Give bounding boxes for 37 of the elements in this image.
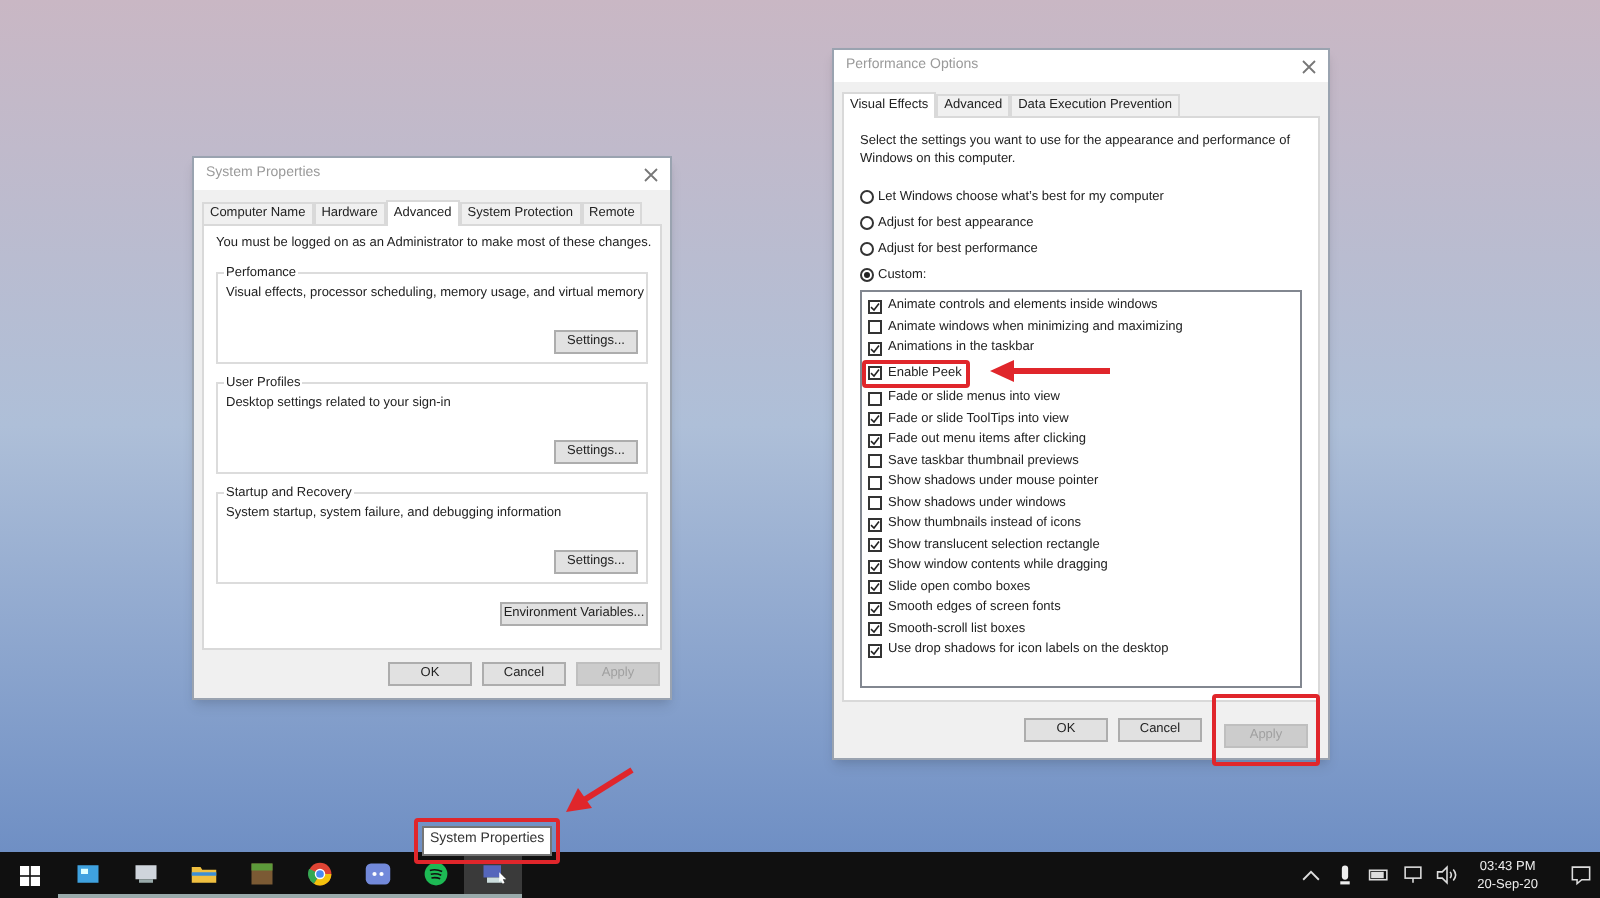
computer-icon <box>131 859 159 887</box>
checkbox[interactable] <box>868 538 882 553</box>
checkbox[interactable] <box>868 601 882 616</box>
checkbox[interactable] <box>868 559 882 574</box>
checkbox[interactable] <box>868 320 882 335</box>
radio-button[interactable] <box>860 242 874 256</box>
cube-icon <box>247 859 275 887</box>
close-icon[interactable] <box>644 167 658 181</box>
radio-button[interactable] <box>860 190 874 204</box>
checkbox[interactable] <box>868 412 882 427</box>
arrow-icon <box>566 767 634 812</box>
battery-icon[interactable] <box>1367 864 1390 886</box>
window-icon <box>73 859 101 887</box>
checkbox[interactable] <box>868 475 882 490</box>
radio-button[interactable] <box>860 268 874 282</box>
arrow-icon <box>990 360 1110 382</box>
checkbox[interactable] <box>868 580 882 595</box>
notification-icon[interactable] <box>1570 864 1592 886</box>
checkbox[interactable] <box>868 622 882 637</box>
monitor-icon <box>479 859 507 887</box>
checkbox[interactable] <box>868 391 882 406</box>
checkbox[interactable] <box>868 299 882 314</box>
checkbox[interactable] <box>868 643 882 658</box>
network-icon[interactable] <box>1401 864 1424 886</box>
close-icon[interactable] <box>1302 59 1316 73</box>
checkbox[interactable] <box>868 517 882 532</box>
checkbox[interactable] <box>868 433 882 448</box>
circle-logo-icon <box>305 859 333 887</box>
start-icon[interactable] <box>19 865 39 885</box>
speaker-icon[interactable] <box>1435 864 1458 886</box>
checkbox[interactable] <box>868 454 882 469</box>
radio-button[interactable] <box>860 216 874 230</box>
checkbox[interactable] <box>868 496 882 511</box>
chat-icon <box>363 859 391 887</box>
music-circle-icon <box>421 859 449 887</box>
checkbox[interactable] <box>868 341 882 356</box>
checkbox[interactable] <box>868 366 882 381</box>
